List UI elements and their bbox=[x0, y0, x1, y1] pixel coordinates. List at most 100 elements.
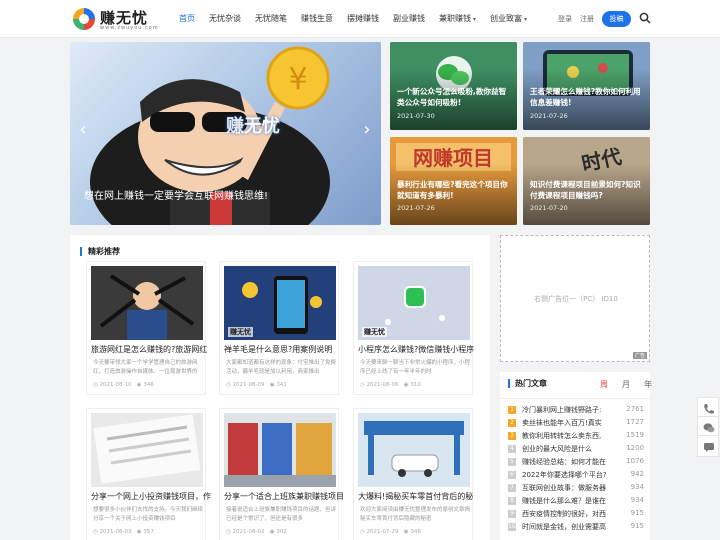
hot-item-title: 时间就是金钱，创业需要高 bbox=[522, 523, 606, 531]
tile-title: 王者荣耀怎么赚钱?教你如何利用信息差赚钱! bbox=[530, 87, 641, 107]
card-title[interactable]: 小程序怎么赚钱?微信赚钱小程序 bbox=[358, 344, 483, 355]
card-meta: ◷ 2021-08-06 ◉ 310 bbox=[360, 382, 421, 388]
feature-tile[interactable]: 时代 知识付费课程项目前景如何?知识付费课程项目赚钱吗? 2021-07-20 bbox=[523, 137, 650, 225]
card-thumbnail: 赚无忧 bbox=[224, 266, 336, 340]
hot-item[interactable]: 6 2022年你要选择哪个平台? 942 bbox=[508, 470, 644, 482]
hot-item-count: 2761 bbox=[626, 405, 644, 413]
nav-label: 副业赚钱 bbox=[393, 14, 425, 23]
rank-badge: 7 bbox=[508, 484, 516, 492]
tab-month[interactable]: 月 bbox=[622, 379, 630, 390]
tile-date: 2021-07-26 bbox=[530, 112, 568, 120]
card-title[interactable]: 大爆料!揭秘买车零首付背后的秘 bbox=[358, 491, 483, 502]
message-button[interactable] bbox=[697, 435, 719, 457]
hero-caption[interactable]: 想在网上赚钱一定要学会互联网赚钱思维! bbox=[84, 187, 268, 202]
article-card[interactable]: 分享一个适合上班族兼职赚钱项目 接着说适合上班族兼职赚钱项目的话题，但讲已经是个… bbox=[219, 408, 344, 540]
article-card[interactable]: 赚无忧 小程序怎么赚钱?微信赚钱小程序 今天要来聊一聊当下非常火爆的小程序，小程… bbox=[353, 261, 474, 395]
rank-badge: 5 bbox=[508, 458, 516, 466]
car-wash-image bbox=[358, 413, 470, 487]
nav-item-stall[interactable]: 摆摊赚钱 bbox=[340, 0, 386, 38]
nav-item-business[interactable]: 赚钱生意 bbox=[294, 0, 340, 38]
hot-item[interactable]: 7 互联网创业故事：做服务器 934 bbox=[508, 483, 644, 495]
phone-icon bbox=[704, 404, 714, 414]
nav-item-talk[interactable]: 无忧杂谈 bbox=[202, 0, 248, 38]
hot-item[interactable]: 8 赚钱是什么那么难？是谁在 934 bbox=[508, 496, 644, 508]
article-card[interactable]: 分享一个网上小投资赚钱项目，作 想要很多小伙伴们去找的支持。今天我们继续分享一个… bbox=[86, 408, 211, 540]
nav-label: 赚钱生意 bbox=[301, 14, 333, 23]
register-link[interactable]: 注册 bbox=[580, 14, 594, 24]
feature-tile[interactable]: 一个新公众号怎么吸粉,教你益智类公众号如何吸粉! 2021-07-30 bbox=[390, 42, 517, 130]
card-title[interactable]: 分享一个网上小投资赚钱项目，作 bbox=[91, 491, 216, 502]
nav-label: 兼职赚钱 bbox=[439, 14, 471, 23]
nav-item-essay[interactable]: 无忧随笔 bbox=[248, 0, 294, 38]
card-views: 346 bbox=[410, 529, 421, 535]
card-description: 今天要来聊一聊当下非常火爆的小程序，小程序已经上线了有一年半年的时 bbox=[360, 360, 470, 375]
tile-title: 暴利行业有哪些?看完这个项目你就知道有多暴利! bbox=[397, 180, 508, 200]
site-logo[interactable]: 赚无忧 www.zwuyou.com bbox=[72, 5, 162, 33]
hot-item[interactable]: 2 卖丝袜也能年入百万!真实 1727 bbox=[508, 418, 644, 430]
chevron-left-icon[interactable]: ‹ bbox=[76, 120, 90, 140]
card-title[interactable]: 禅羊毛是什么意思?用案例说明 bbox=[224, 344, 349, 355]
card-title[interactable]: 分享一个适合上班族兼职赚钱项目 bbox=[224, 491, 349, 502]
hero-watermark: 赚无忧 bbox=[226, 116, 280, 137]
tab-year[interactable]: 年 bbox=[644, 379, 652, 390]
logo-icon bbox=[73, 8, 95, 30]
card-meta: ◷ 2021-08-09 ◉ 341 bbox=[226, 382, 287, 388]
hot-item-title: 卖丝袜也能年入百万!真实 bbox=[522, 419, 602, 427]
chevron-right-icon[interactable]: › bbox=[360, 120, 374, 140]
svg-text:¥: ¥ bbox=[288, 62, 307, 97]
feature-tile[interactable]: 网赚项目 暴利行业有哪些?看完这个项目你就知道有多暴利! 2021-07-26 bbox=[390, 137, 517, 225]
rank-badge: 10 bbox=[508, 523, 516, 531]
hero-slider[interactable]: ¥ 赚无忧 想在网上赚钱一定要学会互联网赚钱思维! ‹ › bbox=[70, 42, 381, 225]
main-nav: 首页 无忧杂谈 无忧随笔 赚钱生意 摆摊赚钱 副业赚钱 兼职赚钱 ▾ 创业致富 ▾ bbox=[172, 0, 534, 38]
rank-badge: 3 bbox=[508, 432, 516, 440]
article-card[interactable]: 大爆料!揭秘买车零首付背后的秘 欢迎大家阅读由赚无忧整理发布的原创文章揭秘买车零… bbox=[353, 408, 473, 540]
card-description: 欢迎大家阅读由赚无忧整理发布的原创文章揭秘买车零首付背后隐藏的秘密 bbox=[360, 507, 470, 522]
tile-date: 2021-07-20 bbox=[530, 204, 568, 212]
nav-label: 摆摊赚钱 bbox=[347, 14, 379, 23]
nav-label: 无忧随笔 bbox=[255, 14, 287, 23]
hot-item-title: 创业的最大风险是什么 bbox=[522, 445, 592, 453]
hot-item[interactable]: 1 冷门暴利网上赚钱野路子: 2761 bbox=[508, 405, 644, 417]
sidebar-ad[interactable]: 右侧广告位一（PC） ID10 广告 bbox=[500, 235, 650, 362]
store-image bbox=[224, 413, 336, 487]
card-thumbnail bbox=[91, 266, 203, 340]
hot-item[interactable]: 9 西安疫情控制的很好，对西 915 bbox=[508, 509, 644, 521]
ad-placeholder-text: 右侧广告位一（PC） ID10 bbox=[534, 295, 618, 303]
microphones-image bbox=[91, 266, 203, 340]
card-date: 2021-08-03 bbox=[99, 529, 132, 535]
hot-item-count: 1200 bbox=[626, 444, 644, 452]
card-views: 346 bbox=[143, 382, 154, 388]
wechat-icon bbox=[703, 423, 715, 433]
post-button[interactable]: 投稿 bbox=[602, 11, 631, 27]
hot-item[interactable]: 4 创业的最大风险是什么 1200 bbox=[508, 444, 644, 456]
card-thumbnail bbox=[224, 413, 336, 487]
nav-label: 首页 bbox=[179, 14, 195, 23]
hot-item[interactable]: 10 时间就是金钱，创业需要高 915 bbox=[508, 522, 644, 534]
tab-week[interactable]: 周 bbox=[600, 379, 608, 390]
nav-item-startup[interactable]: 创业致富 ▾ bbox=[483, 0, 534, 38]
feature-tile[interactable]: 王者荣耀怎么赚钱?教你如何利用信息差赚钱! 2021-07-26 bbox=[523, 42, 650, 130]
article-card[interactable]: 赚无忧 禅羊毛是什么意思?用案例说明 大家都知道都有这样的现象：付宝推出了免费活… bbox=[219, 261, 339, 395]
hot-item[interactable]: 3 教你利用转转怎么卖东西, 1519 bbox=[508, 431, 644, 443]
login-link[interactable]: 登录 bbox=[558, 14, 572, 24]
hot-item-title: 互联网创业故事：做服务器 bbox=[522, 484, 606, 492]
card-views: 302 bbox=[276, 529, 287, 535]
hot-tabs: 周 月 年 bbox=[600, 379, 652, 390]
hot-item[interactable]: 5 赚钱经验总结：如何才能在 1076 bbox=[508, 457, 644, 469]
search-icon[interactable] bbox=[639, 12, 651, 24]
nav-item-sidejob[interactable]: 副业赚钱 bbox=[386, 0, 432, 38]
rank-badge: 9 bbox=[508, 510, 516, 518]
card-date: 2021-08-02 bbox=[232, 529, 265, 535]
nav-item-parttime[interactable]: 兼职赚钱 ▾ bbox=[432, 0, 483, 38]
hot-articles: 热门文章 周 月 年 1 冷门暴利网上赚钱野路子: 2761 2 卖丝袜也能年入… bbox=[500, 372, 652, 540]
article-card[interactable]: 旅游网红是怎么赚钱的?旅游网红 今天要带领大家一个学学管理自己的旅游网红，打造旅… bbox=[86, 261, 207, 395]
hot-item-title: 赚钱是什么那么难？是谁在 bbox=[522, 497, 606, 505]
newspaper-image bbox=[91, 413, 203, 487]
rank-badge: 8 bbox=[508, 497, 516, 505]
ad-tag: 广告 bbox=[632, 352, 647, 359]
thumbnail-watermark: 赚无忧 bbox=[228, 327, 253, 337]
nav-item-home[interactable]: 首页 bbox=[172, 0, 202, 38]
thumbnail-watermark: 赚无忧 bbox=[362, 327, 387, 337]
site-header: 赚无忧 www.zwuyou.com 首页 无忧杂谈 无忧随笔 赚钱生意 摆摊赚… bbox=[0, 0, 720, 38]
card-title[interactable]: 旅游网红是怎么赚钱的?旅游网红 bbox=[91, 344, 216, 355]
